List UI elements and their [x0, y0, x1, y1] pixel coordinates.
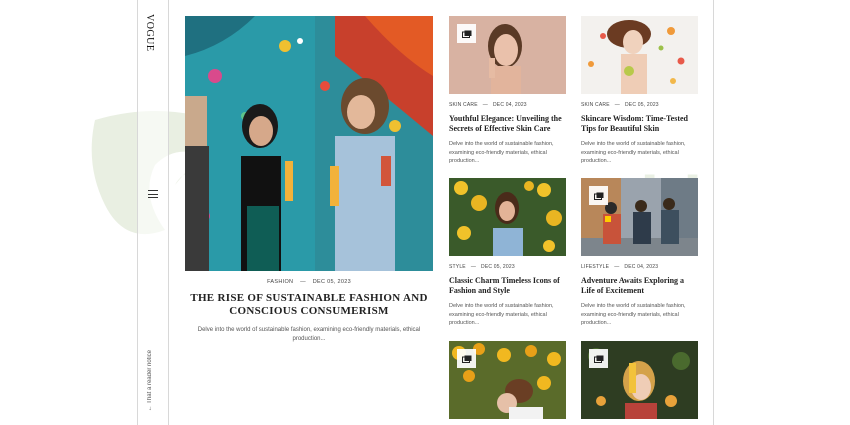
- card-category[interactable]: STYLE: [449, 264, 466, 270]
- card-meta: LIFESTYLE — DEC 04, 2023: [581, 264, 659, 270]
- hero-excerpt: Delve into the world of sustainable fash…: [197, 327, 421, 342]
- card-category[interactable]: LIFESTYLE: [581, 264, 609, 270]
- right-divider: [713, 0, 714, 425]
- gallery-icon[interactable]: [457, 349, 476, 368]
- gallery-icon[interactable]: [589, 186, 608, 205]
- card-image[interactable]: [449, 16, 566, 94]
- article-card[interactable]: LIFESTYLE — DEC 04, 2023 Adventure Awaits …: [581, 178, 698, 328]
- card-title[interactable]: Youthful Elegance: Unveiling the Secrets…: [449, 114, 566, 134]
- card-meta: SKIN CARE — DEC 04, 2023: [449, 102, 527, 108]
- card-image[interactable]: [581, 16, 698, 94]
- card-excerpt: Delve into the world of sustainable fash…: [581, 141, 686, 164]
- article-card[interactable]: [449, 341, 566, 419]
- card-date: DEC 05, 2023: [624, 102, 659, 108]
- card-title[interactable]: Adventure Awaits Exploring a Life of Exc…: [581, 276, 698, 296]
- article-card[interactable]: SKIN CARE — DEC 05, 2023 Skincare Wisdom: …: [581, 16, 698, 166]
- card-date: DEC 05, 2023: [481, 264, 515, 270]
- gallery-icon[interactable]: [457, 24, 476, 43]
- card-meta: STYLE — DEC 05, 2023: [449, 264, 515, 270]
- reader-notice[interactable]: ← That a reader notice: [147, 350, 153, 411]
- hero-image[interactable]: [185, 16, 433, 271]
- card-date: DEC 04, 2023: [624, 264, 659, 270]
- card-image[interactable]: [581, 341, 698, 419]
- hamburger-menu-icon[interactable]: [148, 190, 158, 198]
- card-meta: SKIN CARE — DEC 05, 2023: [581, 102, 659, 108]
- hero-category[interactable]: FASHION: [267, 279, 293, 285]
- card-excerpt: Delve into the world of sustainable fash…: [449, 303, 554, 326]
- article-card[interactable]: STYLE — DEC 05, 2023 Classic Charm Timeles…: [449, 178, 566, 328]
- card-image[interactable]: [449, 178, 566, 256]
- sidebar: VOGUE ← That a reader notice: [137, 0, 169, 425]
- article-card[interactable]: [581, 341, 698, 419]
- card-excerpt: Delve into the world of sustainable fash…: [581, 303, 686, 326]
- site-logo[interactable]: VOGUE: [144, 14, 155, 52]
- card-title[interactable]: Skincare Wisdom: Time-Tested Tips for Be…: [581, 114, 698, 134]
- card-image[interactable]: [449, 341, 566, 419]
- hero-title[interactable]: THE RISE OF SUSTAINABLE FASHION AND CONS…: [185, 292, 433, 318]
- gallery-icon[interactable]: [589, 349, 608, 368]
- card-category[interactable]: SKIN CARE: [449, 102, 478, 108]
- card-image[interactable]: [581, 178, 698, 256]
- hero-meta: FASHION — DEC 05, 2023: [267, 279, 351, 285]
- article-card[interactable]: SKIN CARE — DEC 04, 2023 Youthful Elegance…: [449, 16, 566, 166]
- card-title[interactable]: Classic Charm Timeless Icons of Fashion …: [449, 276, 566, 296]
- card-date: DEC 04, 2023: [492, 102, 527, 108]
- card-excerpt: Delve into the world of sustainable fash…: [449, 141, 554, 164]
- hero-article[interactable]: FASHION — DEC 05, 2023 THE RISE OF SUSTA…: [185, 16, 433, 344]
- hero-date: DEC 05, 2023: [312, 279, 351, 285]
- card-category[interactable]: SKIN CARE: [581, 102, 610, 108]
